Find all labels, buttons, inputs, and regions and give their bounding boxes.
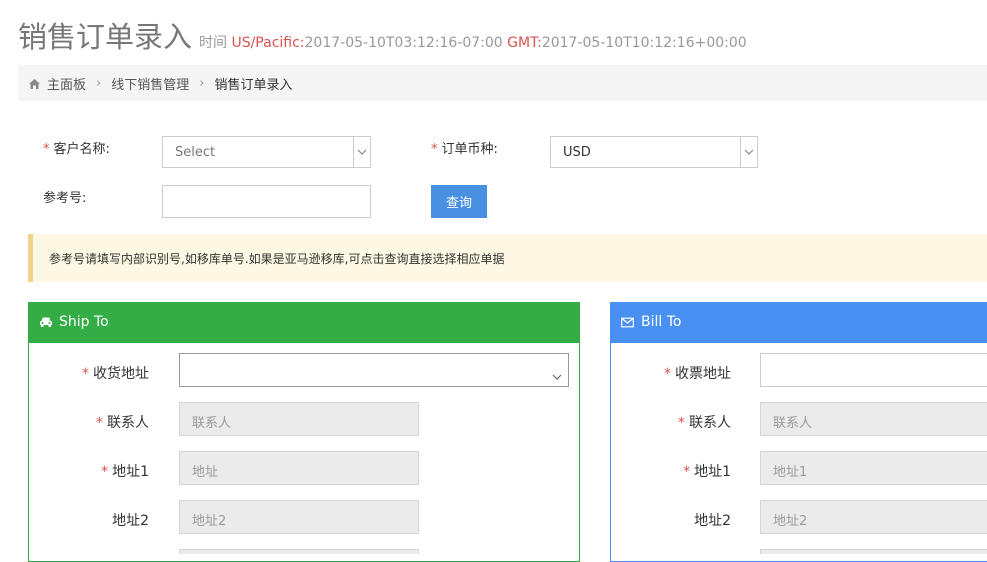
required-mark: * (43, 142, 50, 157)
envelope-icon (621, 316, 634, 332)
car-icon (39, 316, 53, 332)
home-icon (28, 78, 41, 90)
chevron-right-icon: › (199, 76, 205, 91)
customer-select[interactable]: Select (162, 136, 371, 168)
currency-select-value: USD (563, 145, 591, 160)
bill-contact-label-text: 联系人 (689, 415, 731, 431)
bill-address1-placeholder: 地址1 (773, 465, 808, 480)
bill-address1-label: * 地址1 (642, 461, 731, 481)
ship-address2-label: 地址2 (112, 513, 149, 529)
ship-contact-label-text: 联系人 (107, 415, 149, 431)
required-mark: * (96, 415, 103, 431)
customer-label-text: 客户名称: (53, 142, 110, 157)
chevron-right-icon: › (96, 76, 102, 91)
breadcrumb-home[interactable]: 主面板 (47, 74, 86, 93)
bill-address2-input[interactable]: 地址2 (760, 500, 987, 534)
timezone-pacific-label: US/Pacific: (231, 35, 305, 51)
required-mark: * (431, 142, 438, 157)
ship-address-label: * 收货地址 (60, 363, 149, 383)
breadcrumb-section[interactable]: 线下销售管理 (111, 74, 189, 93)
ship-to-header: Ship To (29, 303, 579, 343)
ship-contact-label: * 联系人 (60, 412, 149, 432)
reference-input[interactable] (162, 185, 371, 218)
bill-to-title: Bill To (641, 314, 682, 330)
timezone-gmt-value: 2017-05-10T10:12:16+00:00 (541, 35, 747, 51)
ship-to-title: Ship To (59, 314, 109, 330)
bill-next-input[interactable] (760, 549, 987, 554)
currency-select[interactable]: USD (550, 136, 758, 168)
bill-contact-label: * 联系人 (642, 412, 731, 432)
bill-address2-placeholder: 地址2 (773, 514, 808, 529)
ship-address1-input[interactable]: 地址 (179, 451, 419, 485)
query-button[interactable]: 查询 (431, 185, 487, 218)
required-mark: * (82, 366, 89, 382)
ship-address1-placeholder: 地址 (192, 465, 219, 480)
customer-select-value: Select (175, 145, 216, 160)
currency-label: * 订单币种: (431, 138, 498, 157)
time-label: 时间 (199, 35, 227, 51)
customer-label: * 客户名称: (43, 138, 110, 157)
bill-address2-label: 地址2 (694, 513, 731, 529)
required-mark: * (678, 415, 685, 431)
bill-address-label-text: 收票地址 (675, 366, 731, 382)
server-time: 时间 US/Pacific:2017-05-10T03:12:16-07:00 … (199, 32, 747, 52)
ship-address2-input[interactable]: 地址2 (179, 500, 419, 534)
breadcrumb-current: 销售订单录入 (214, 78, 293, 93)
chevron-down-icon (740, 137, 757, 167)
ship-next-input[interactable] (179, 549, 419, 554)
notice-text: 参考号请填写内部识别号,如移库单号.如果是亚马逊移库,可点击查询直接选择相应单据 (49, 252, 505, 266)
ship-address-label-text: 收货地址 (93, 366, 149, 382)
bill-address1-input[interactable]: 地址1 (760, 451, 987, 485)
ship-address2-placeholder: 地址2 (192, 514, 227, 529)
timezone-gmt-label: GMT: (507, 35, 542, 51)
ship-contact-input[interactable]: 联系人 (179, 402, 419, 436)
ship-contact-placeholder: 联系人 (192, 416, 232, 431)
chevron-down-icon (353, 137, 370, 167)
chevron-down-icon (552, 365, 562, 384)
bill-to-header: Bill To (611, 303, 987, 343)
required-mark: * (664, 366, 671, 382)
bill-address-label: * 收票地址 (642, 363, 731, 383)
bill-contact-placeholder: 联系人 (773, 416, 813, 431)
notice-box: 参考号请填写内部识别号,如移库单号.如果是亚马逊移库,可点击查询直接选择相应单据 (28, 234, 987, 282)
page-title: 销售订单录入 (18, 20, 193, 54)
required-mark: * (683, 464, 691, 480)
bill-address-input[interactable] (760, 353, 987, 387)
currency-label-text: 订单币种: (441, 142, 498, 157)
ship-address1-label: * 地址1 (60, 461, 149, 481)
breadcrumb: 主面板 › 线下销售管理 › 销售订单录入 (18, 65, 987, 101)
reference-label: 参考号: (43, 191, 87, 206)
bill-address1-label-text: 地址1 (694, 464, 731, 480)
bill-contact-input[interactable]: 联系人 (760, 402, 987, 436)
ship-address-select[interactable] (179, 353, 569, 387)
timezone-pacific-value: 2017-05-10T03:12:16-07:00 (304, 35, 503, 51)
ship-address1-label-text: 地址1 (112, 464, 149, 480)
required-mark: * (101, 464, 109, 480)
